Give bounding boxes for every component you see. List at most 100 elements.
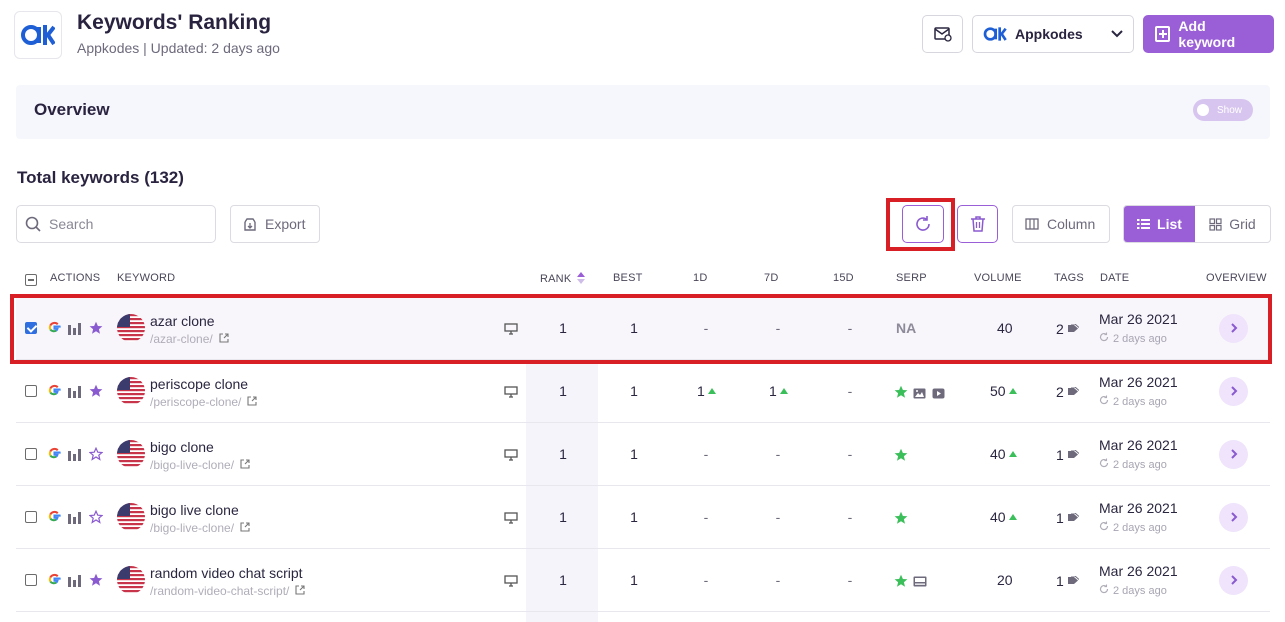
volume-value: 40 bbox=[990, 509, 1017, 525]
row-checkbox[interactable] bbox=[25, 511, 37, 523]
best-value: 1 bbox=[630, 383, 638, 399]
rank-value: 1 bbox=[559, 383, 567, 399]
serp-video-icon bbox=[932, 386, 945, 404]
overview-open-button[interactable] bbox=[1219, 566, 1248, 595]
best-value: 1 bbox=[630, 509, 638, 525]
google-icon bbox=[48, 573, 61, 591]
grid-view-button[interactable]: Grid bbox=[1195, 206, 1270, 242]
search-box[interactable] bbox=[16, 205, 216, 243]
tags-count[interactable]: 1 bbox=[1056, 509, 1080, 526]
keyword-url[interactable]: /bigo-live-clone/ bbox=[150, 458, 250, 472]
rank-value: 1 bbox=[559, 509, 567, 525]
keyword-url[interactable]: /random-video-chat-script/ bbox=[150, 584, 305, 598]
columns-icon bbox=[1025, 218, 1039, 230]
google-icon bbox=[48, 447, 61, 465]
delete-button[interactable] bbox=[957, 205, 998, 243]
updated-ago: 2 days ago bbox=[1099, 458, 1167, 471]
refresh-button[interactable] bbox=[902, 205, 944, 243]
keyword-url[interactable]: /bigo-live-clone/ bbox=[150, 521, 250, 535]
star-outline-icon[interactable] bbox=[88, 509, 104, 529]
header-tags: TAGS bbox=[1054, 272, 1084, 284]
up-arrow-icon bbox=[1008, 388, 1017, 395]
column-button[interactable]: Column bbox=[1012, 205, 1110, 243]
header-date: DATE bbox=[1100, 272, 1130, 284]
plus-square-icon bbox=[1155, 26, 1171, 42]
us-flag-icon bbox=[117, 503, 145, 531]
list-icon bbox=[1137, 219, 1151, 229]
volume-value: 50 bbox=[990, 383, 1017, 399]
header-rank[interactable]: RANK bbox=[540, 272, 585, 285]
1d-value: - bbox=[703, 572, 709, 588]
refresh-icon bbox=[916, 216, 930, 231]
volume-value: 20 bbox=[997, 572, 1013, 588]
row-checkbox[interactable] bbox=[25, 448, 37, 460]
header-rank-label: RANK bbox=[540, 273, 572, 285]
overview-label: Overview bbox=[34, 100, 110, 119]
up-arrow-icon bbox=[1008, 514, 1017, 521]
trash-icon bbox=[970, 216, 985, 232]
best-value: 1 bbox=[630, 446, 638, 462]
tag-icon bbox=[1067, 446, 1080, 462]
keyword-text[interactable]: random video chat script bbox=[150, 565, 303, 581]
updated-ago: 2 days ago bbox=[1099, 521, 1167, 534]
chart-bars-icon[interactable] bbox=[68, 574, 82, 592]
export-button[interactable]: Export bbox=[230, 205, 320, 243]
select-all-checkbox[interactable] bbox=[25, 274, 37, 286]
tags-count[interactable]: 2 bbox=[1056, 383, 1080, 400]
tags-count[interactable]: 1 bbox=[1056, 572, 1080, 589]
serp-featured-star-icon bbox=[894, 574, 908, 593]
us-flag-icon bbox=[117, 377, 145, 405]
tags-count[interactable]: 1 bbox=[1056, 446, 1080, 463]
star-filled-icon[interactable] bbox=[89, 384, 103, 403]
header-15d: 15D bbox=[833, 272, 854, 284]
selected-row-highlight bbox=[10, 294, 1272, 364]
page-title: Keywords' Ranking bbox=[77, 11, 272, 34]
grid-label: Grid bbox=[1229, 216, 1256, 232]
refresh-small-icon bbox=[1099, 395, 1109, 408]
up-arrow-icon bbox=[779, 388, 788, 395]
us-flag-icon bbox=[117, 440, 145, 468]
overview-open-button[interactable] bbox=[1219, 503, 1248, 532]
search-input[interactable] bbox=[49, 216, 199, 232]
keyword-text[interactable]: bigo clone bbox=[150, 439, 214, 455]
7d-value: - bbox=[775, 572, 781, 588]
star-filled-icon[interactable] bbox=[89, 573, 103, 592]
refresh-small-icon bbox=[1099, 458, 1109, 471]
chart-bars-icon[interactable] bbox=[68, 385, 82, 403]
email-report-button[interactable] bbox=[922, 15, 963, 53]
keyword-text[interactable]: bigo live clone bbox=[150, 502, 239, 518]
chevron-right-icon bbox=[1230, 446, 1238, 464]
project-select[interactable]: Appkodes bbox=[972, 15, 1134, 53]
row-checkbox[interactable] bbox=[25, 574, 37, 586]
tag-icon bbox=[1067, 572, 1080, 588]
list-view-button[interactable]: List bbox=[1124, 206, 1195, 242]
overview-open-button[interactable] bbox=[1219, 377, 1248, 406]
add-keyword-button[interactable]: Add keyword bbox=[1143, 15, 1274, 53]
keyword-url[interactable]: /periscope-clone/ bbox=[150, 395, 257, 409]
refresh-small-icon bbox=[1099, 521, 1109, 534]
total-keywords: Total keywords (132) bbox=[17, 168, 184, 187]
7d-value: - bbox=[775, 446, 781, 462]
export-label: Export bbox=[265, 216, 306, 232]
tag-icon bbox=[1067, 383, 1080, 399]
external-link-icon bbox=[295, 584, 305, 598]
grid-icon bbox=[1209, 217, 1222, 231]
up-arrow-icon bbox=[1008, 451, 1017, 458]
refresh-small-icon bbox=[1099, 584, 1109, 597]
header-serp: SERP bbox=[896, 272, 927, 284]
header-7d: 7D bbox=[764, 272, 779, 284]
date-value: Mar 26 2021 bbox=[1099, 374, 1178, 390]
chart-bars-icon[interactable] bbox=[68, 511, 82, 529]
column-label: Column bbox=[1047, 216, 1096, 232]
row-checkbox[interactable] bbox=[25, 385, 37, 397]
search-icon bbox=[25, 216, 41, 232]
keyword-url-text: /bigo-live-clone/ bbox=[150, 458, 235, 472]
overview-open-button[interactable] bbox=[1219, 440, 1248, 469]
star-outline-icon[interactable] bbox=[88, 446, 104, 466]
header-overview: OVERVIEW bbox=[1206, 272, 1267, 284]
toggle-knob bbox=[1197, 104, 1209, 116]
overview-toggle[interactable]: Show bbox=[1193, 99, 1253, 121]
keyword-text[interactable]: periscope clone bbox=[150, 376, 248, 392]
1d-value: 1 bbox=[697, 383, 716, 399]
chart-bars-icon[interactable] bbox=[68, 448, 82, 466]
